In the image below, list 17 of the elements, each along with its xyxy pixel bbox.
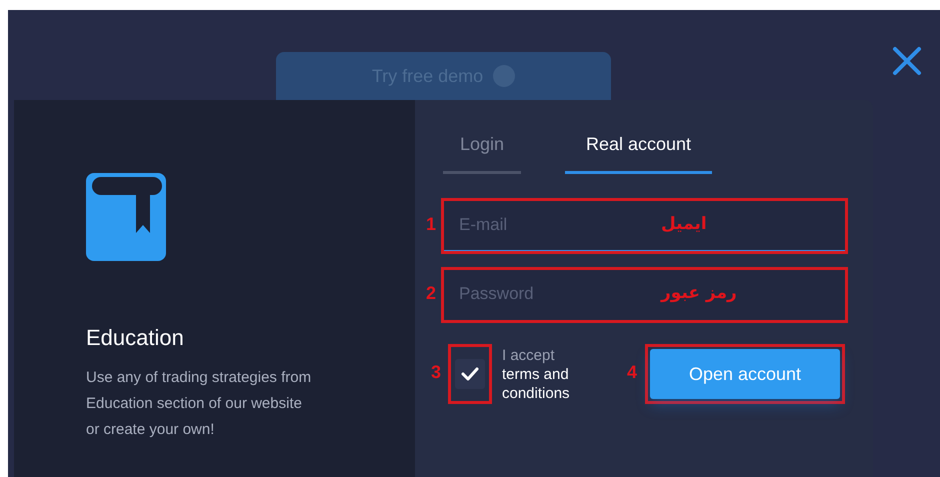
info-title: Education: [86, 325, 185, 351]
tab[interactable]: Login: [443, 130, 521, 174]
open-account-button[interactable]: Open account: [650, 349, 840, 399]
annotation-number: 2: [426, 283, 436, 304]
accept-text: I accept: [502, 346, 556, 364]
annotation-number: 1: [426, 214, 436, 235]
annotation-number: 3: [431, 362, 442, 383]
annotation-number: 4: [627, 362, 638, 383]
annotation-label: ایمیل: [661, 214, 707, 234]
checkbox[interactable]: [455, 359, 485, 389]
tab[interactable]: Real account: [565, 130, 712, 174]
terms-link[interactable]: terms and conditions: [502, 364, 592, 402]
check-icon: [461, 367, 479, 381]
info-text: Use any of trading strategies from Education section of our website or create your own!: [86, 368, 312, 440]
book-icon: [86, 173, 166, 261]
close-icon[interactable]: [892, 46, 922, 76]
annotation-label: رمز عبور: [661, 283, 737, 303]
